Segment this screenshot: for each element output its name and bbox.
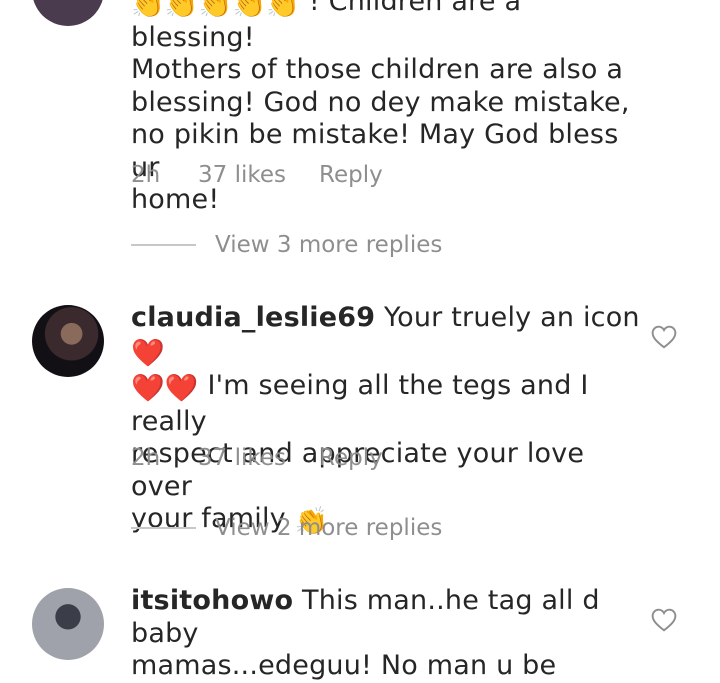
avatar[interactable]	[32, 0, 104, 26]
comment-meta: 2h 37 likes Reply	[131, 162, 383, 194]
avatar[interactable]	[32, 588, 104, 660]
heart-emoji: ❤️	[131, 337, 165, 369]
divider-line	[131, 244, 196, 246]
username[interactable]: claudia_leslie69	[131, 302, 375, 333]
comment-text: itsitohowo This man..he tag all d baby m…	[131, 585, 600, 681]
heart-emoji: ❤️	[164, 373, 199, 404]
likes-count[interactable]: 37 likes	[198, 162, 319, 194]
username[interactable]: itsitohowo	[131, 585, 293, 616]
heart-outline-icon[interactable]	[651, 325, 677, 349]
timestamp: 2h	[131, 162, 161, 188]
comment-meta: 2h 37 likes Reply	[131, 445, 383, 477]
view-replies-button[interactable]: View 3 more replies	[131, 229, 442, 261]
divider-line	[131, 527, 196, 529]
reply-button[interactable]: Reply	[319, 445, 383, 477]
timestamp: 2h	[131, 445, 161, 471]
reply-button[interactable]: Reply	[319, 162, 383, 194]
comment-text: claudia_leslie69 Your truely an icon ❤️ …	[131, 302, 640, 537]
view-replies-button[interactable]: View 2 more replies	[131, 512, 442, 544]
avatar[interactable]	[32, 305, 104, 377]
heart-outline-icon[interactable]	[651, 608, 677, 632]
likes-count[interactable]: 37 likes	[198, 445, 319, 477]
heart-emoji: ❤️	[131, 373, 165, 404]
clap-emoji: 👏👏👏👏👏	[131, 0, 301, 20]
